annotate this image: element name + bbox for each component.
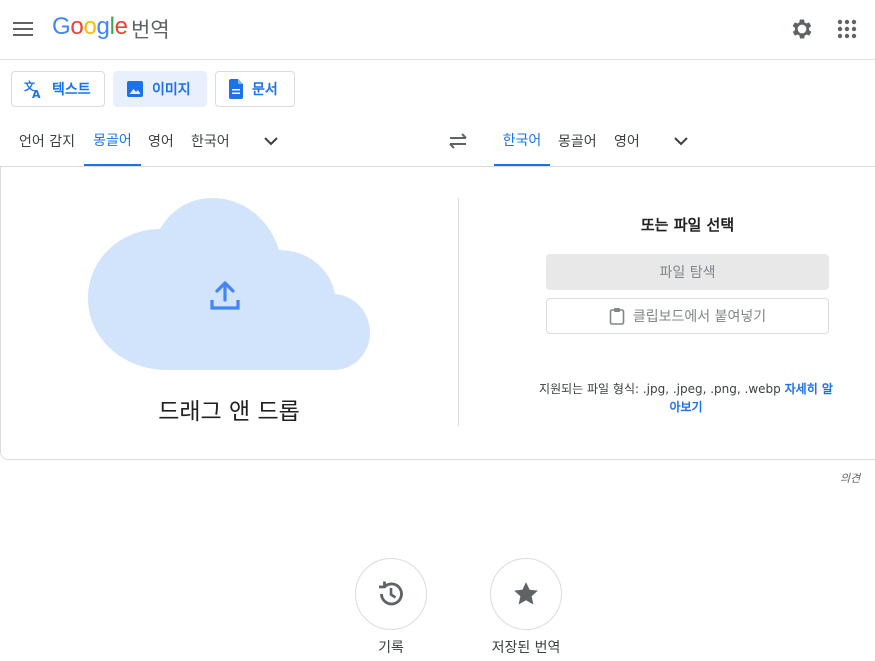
apps-grid-icon: [837, 19, 857, 39]
source-lang-more-button[interactable]: [261, 131, 281, 151]
app-header: Google 번역: [0, 0, 875, 60]
document-icon: [229, 79, 243, 99]
main-menu-button[interactable]: [10, 16, 36, 42]
formats-text: 지원되는 파일 형식: .jpg, .jpeg, .png, .webp: [539, 382, 781, 396]
history-button[interactable]: [355, 558, 427, 630]
hamburger-menu-icon: [13, 22, 33, 36]
settings-button[interactable]: [789, 16, 815, 42]
chevron-down-icon: [674, 137, 688, 146]
saved-translations-label: 저장된 번역: [491, 640, 561, 656]
image-mode-button[interactable]: 이미지: [113, 71, 207, 107]
image-mode-label: 이미지: [152, 82, 191, 98]
google-apps-button[interactable]: [836, 18, 858, 40]
upload-icon: [210, 281, 240, 310]
choose-file-heading: 또는 파일 선택: [640, 216, 735, 234]
clipboard-icon: [609, 308, 625, 325]
svg-text:A: A: [32, 88, 41, 99]
saved-translations-button[interactable]: [490, 558, 562, 630]
google-logo[interactable]: Google: [52, 13, 128, 41]
browse-files-button[interactable]: 파일 탐색: [546, 254, 829, 290]
history-icon: [378, 581, 403, 606]
swap-icon: [449, 133, 467, 149]
source-lang-tab-detect[interactable]: 언어 감지: [11, 116, 83, 166]
chevron-down-icon: [264, 137, 278, 146]
target-lang-more-button[interactable]: [671, 131, 691, 151]
gear-icon: [792, 19, 812, 39]
source-lang-tab-english[interactable]: 영어: [140, 116, 182, 166]
feedback-link[interactable]: 의견: [840, 470, 860, 486]
translate-icon: 文 A: [24, 79, 41, 99]
paste-from-clipboard-button[interactable]: 클립보드에서 붙여넣기: [546, 298, 829, 334]
supported-formats-note: 지원되는 파일 형식: .jpg, .jpeg, .png, .webp 자세히…: [536, 380, 836, 416]
target-lang-tab-korean[interactable]: 한국어: [494, 116, 550, 166]
panel-divider: [458, 198, 459, 426]
drop-zone[interactable]: [86, 196, 372, 372]
app-name: 번역: [131, 18, 170, 42]
document-mode-label: 문서: [252, 82, 278, 98]
target-lang-tab-english[interactable]: 영어: [606, 116, 648, 166]
swap-languages-button[interactable]: [444, 129, 472, 153]
source-lang-tab-mongolian[interactable]: 몽골어: [84, 116, 141, 166]
image-icon: [127, 81, 143, 97]
drag-drop-label: 드래그 앤 드롭: [158, 399, 300, 425]
text-mode-label: 텍스트: [52, 82, 91, 98]
target-lang-tab-mongolian[interactable]: 몽골어: [550, 116, 605, 166]
history-label: 기록: [378, 640, 404, 656]
paste-label: 클립보드에서 붙여넣기: [632, 309, 767, 325]
source-lang-tab-korean[interactable]: 한국어: [183, 116, 238, 166]
text-mode-button[interactable]: 文 A 텍스트: [11, 71, 105, 107]
star-icon: [514, 582, 538, 605]
document-mode-button[interactable]: 문서: [215, 71, 295, 107]
